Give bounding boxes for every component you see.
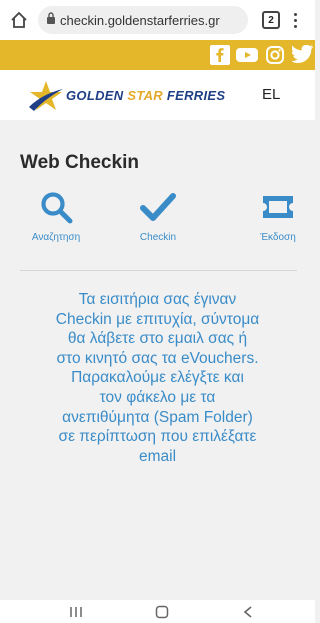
- step-label-checkin: Checkin: [139, 232, 177, 243]
- message-line: ανεπιθύμητα (Spam Folder): [62, 408, 253, 426]
- social-bar: [0, 40, 315, 70]
- step-search[interactable]: Αναζητηση: [16, 190, 96, 243]
- step-checkin[interactable]: Checkin: [118, 190, 198, 243]
- step-label-issue: Έκδοση: [260, 232, 296, 243]
- star-logo-icon[interactable]: [28, 80, 64, 117]
- instagram-icon[interactable]: [265, 45, 285, 65]
- message-line: στο κινητό σας τα eVouchers.: [56, 349, 259, 367]
- language-selector[interactable]: EL: [262, 86, 280, 103]
- logo-word-star: STAR: [127, 88, 163, 103]
- youtube-icon[interactable]: [235, 45, 259, 65]
- divider: [20, 270, 297, 271]
- message-line: τον φάκελο με τα: [99, 388, 216, 406]
- logo-word-ferries: FERRIES: [166, 88, 226, 103]
- brand-logo-text[interactable]: GOLDEN STAR FERRIES: [66, 88, 225, 103]
- home-nav-icon[interactable]: [152, 604, 172, 620]
- browser-toolbar: checkin.goldenstarferries.gr 2: [0, 0, 315, 40]
- system-nav-bar: [0, 600, 315, 623]
- message-line: σε περίπτωση που επιλέξατε: [58, 428, 257, 446]
- lock-icon: [46, 11, 56, 29]
- success-message: Τα εισιτήρια σας έγιναν Checkin με επιτυ…: [30, 290, 285, 466]
- message-line: Παρακαλούμε ελέγξτε και: [71, 369, 244, 387]
- url-text: checkin.goldenstarferries.gr: [60, 12, 220, 28]
- ticket-icon: [263, 196, 293, 218]
- recent-apps-icon[interactable]: [66, 604, 86, 620]
- tab-switcher-button[interactable]: 2: [262, 11, 280, 29]
- checkmark-icon: [140, 193, 176, 221]
- site-header: GOLDEN STAR FERRIES EL: [0, 70, 315, 120]
- twitter-icon[interactable]: [290, 44, 314, 65]
- message-line: Τα εισιτήρια σας έγιναν: [78, 291, 237, 308]
- message-line: θα λάβετε στο εμαιλ σας ή: [67, 330, 248, 348]
- logo-word-golden: GOLDEN: [66, 88, 124, 103]
- message-line: Checkin με επιτυχία, σύντομα: [55, 310, 260, 328]
- message-line: email: [138, 447, 177, 465]
- home-icon[interactable]: [8, 9, 30, 31]
- search-icon: [41, 192, 73, 224]
- facebook-icon[interactable]: [210, 45, 230, 65]
- address-bar[interactable]: checkin.goldenstarferries.gr: [38, 6, 248, 34]
- more-menu-icon[interactable]: [292, 12, 298, 28]
- step-label-search: Αναζητηση: [31, 232, 81, 243]
- back-nav-icon[interactable]: [238, 604, 258, 620]
- step-issue[interactable]: Έκδοση: [238, 190, 318, 243]
- page-title: Web Checkin: [20, 152, 139, 173]
